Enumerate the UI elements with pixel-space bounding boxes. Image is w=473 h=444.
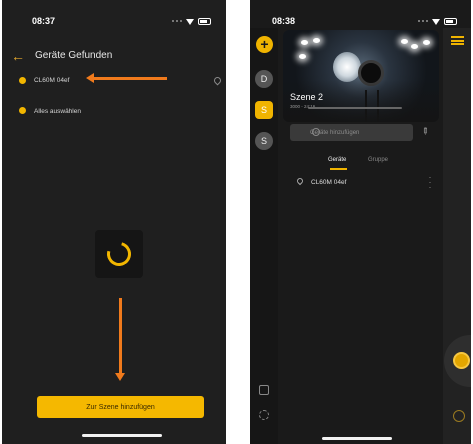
status-time: 08:38 [272,16,296,26]
spinner-icon [102,237,136,271]
home-indicator [322,437,392,440]
scene-screen: 08:38 + D S S Szene 2 3000 - 24:16 Gerät… [250,0,471,444]
selected-dot-icon[interactable] [19,77,26,84]
menu-icon[interactable] [451,36,464,45]
power-icon [453,352,470,369]
device-name[interactable]: CL60M 04ef [311,179,346,186]
signal-icon [172,20,182,23]
location-pin-icon[interactable] [212,75,223,86]
tab-group[interactable]: Gruppe [368,157,388,163]
add-scene-button[interactable]: + [256,36,273,53]
annotation-arrow-down [115,298,125,381]
status-icons [172,18,211,25]
studio-light [423,40,430,45]
studio-light [313,38,320,43]
scene-rail [250,28,278,444]
studio-light [299,54,306,59]
selected-dot-icon[interactable] [19,107,26,114]
device-label: CL60M 04ef [34,77,70,84]
select-all-label: Alles auswählen [34,108,81,115]
tab-indicator [330,168,347,170]
bulb-icon [312,128,320,136]
edit-icon[interactable]: ✎ [418,125,431,138]
back-arrow-icon[interactable]: ← [11,49,25,63]
page-title: Geräte Gefunden [35,50,113,61]
wifi-icon [186,18,194,25]
battery-icon [198,18,211,25]
status-time: 08:37 [32,16,56,26]
scene-subtitle-blur [308,107,402,109]
gear-icon[interactable] [259,410,269,420]
kebab-icon[interactable]: · · · [428,173,432,192]
rail-tab-scene-active[interactable]: S [255,101,273,119]
wifi-icon [432,18,440,25]
battery-icon [444,18,457,25]
light-pin-icon [295,176,305,186]
signal-icon [418,20,428,23]
add-to-scene-button[interactable]: Zur Szene hinzufügen [37,396,204,418]
scan-icon[interactable] [259,385,269,395]
home-indicator [82,434,162,437]
light-mode-icon[interactable] [453,410,465,422]
studio-light [401,39,408,44]
status-icons [418,18,457,25]
tab-devices[interactable]: Geräte [328,157,346,163]
add-devices-button[interactable]: Geräte hinzufügen [290,124,413,141]
studio-light [411,44,418,49]
found-devices-screen: 08:37 ← Geräte Gefunden CL60M 04ef Alles… [2,0,226,444]
rail-tab-s[interactable]: S [255,132,273,150]
annotation-arrow-left [86,73,167,83]
scene-name: Szene 2 [290,92,324,102]
loading-indicator [95,230,143,278]
reflector [333,52,361,82]
rail-tab-d[interactable]: D [255,70,273,88]
studio-light [301,40,308,45]
